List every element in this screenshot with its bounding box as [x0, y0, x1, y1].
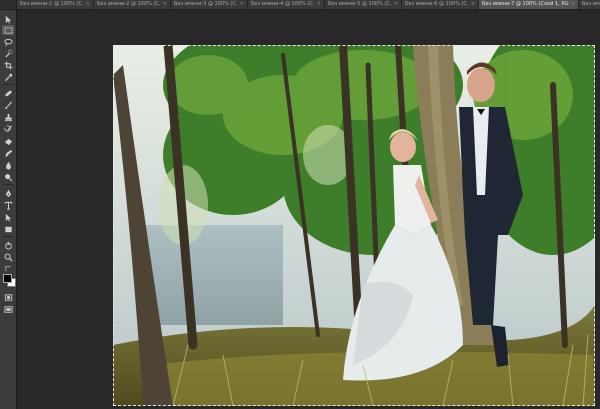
rectangle-tool-icon[interactable] [2, 224, 14, 234]
lasso-tool-icon[interactable] [2, 37, 14, 47]
screen-mode-icon[interactable] [2, 304, 14, 314]
document-tab-8[interactable]: Без имени-8 @ 100% (R...× [579, 0, 600, 9]
eraser-tool-icon[interactable] [2, 136, 14, 146]
document-tab-1[interactable]: Без имени-1 @ 100% (C... × [17, 0, 94, 9]
healing-brush-tool-icon[interactable] [2, 88, 14, 98]
blur-tool-icon[interactable] [2, 160, 14, 170]
tab-bar-spacer [0, 0, 17, 9]
quick-mask-icon[interactable] [2, 292, 14, 302]
document-canvas-area[interactable] [17, 10, 600, 409]
wedding-photo[interactable] [113, 45, 595, 406]
clone-stamp-tool-icon[interactable] [2, 112, 14, 122]
close-icon[interactable]: × [394, 0, 398, 9]
document-tab-2[interactable]: Без имени-2 @ 100% (C... × [94, 0, 171, 9]
swap-colors-icon[interactable] [2, 264, 14, 272]
tab-label: Без имени-6 @ 100% (C... [405, 1, 469, 7]
tab-label: Без имени-5 @ 100% (C... [328, 1, 392, 7]
close-icon[interactable]: × [163, 0, 167, 9]
tab-label: Без имени-1 @ 100% (C... [20, 1, 84, 7]
tab-label: Без имени-8 @ 100% (R... [582, 1, 600, 7]
toolbar-divider [2, 236, 14, 237]
close-icon[interactable]: × [571, 0, 575, 9]
history-brush-tool-icon[interactable] [2, 124, 14, 134]
dodge-tool-icon[interactable] [2, 172, 14, 182]
document-tab-4[interactable]: Без имени-4 @ 100% (C... × [248, 0, 325, 9]
eyedropper-tool-icon[interactable] [2, 72, 14, 82]
hand-tool-icon[interactable] [2, 240, 14, 250]
document-tab-bar: Без имени-1 @ 100% (C... × Без имени-2 @ … [0, 0, 600, 10]
gradient-tool-icon[interactable] [2, 148, 14, 158]
type-tool-icon[interactable] [2, 200, 14, 210]
pen-tool-icon[interactable] [2, 188, 14, 198]
tab-label: Без имени-7 @ 100% (Слой 1, RGB/8) * [482, 1, 569, 7]
move-tool-icon[interactable] [2, 14, 14, 24]
close-icon[interactable]: × [317, 0, 321, 9]
brush-tool-icon[interactable] [2, 100, 14, 110]
color-swatches[interactable] [3, 274, 16, 287]
document-tab-6[interactable]: Без имени-6 @ 100% (C... × [402, 0, 479, 9]
close-icon[interactable]: × [86, 0, 90, 9]
document-tab-7-active[interactable]: Без имени-7 @ 100% (Слой 1, RGB/8) *× [479, 0, 579, 9]
foreground-color-swatch[interactable] [3, 274, 12, 283]
tab-label: Без имени-3 @ 100% (C... [174, 1, 238, 7]
toolbar-divider [2, 84, 14, 85]
tab-label: Без имени-2 @ 100% (C... [97, 1, 161, 7]
document-tab-3[interactable]: Без имени-3 @ 100% (C... × [171, 0, 248, 9]
zoom-tool-icon[interactable] [2, 252, 14, 262]
tab-label: Без имени-4 @ 100% (C... [251, 1, 315, 7]
quick-select-tool-icon[interactable] [2, 48, 14, 58]
document-tab-5[interactable]: Без имени-5 @ 100% (C... × [325, 0, 402, 9]
tools-panel [0, 10, 17, 409]
crop-tool-icon[interactable] [2, 60, 14, 70]
close-icon[interactable]: × [240, 0, 244, 9]
toolbar-divider [2, 184, 14, 185]
close-icon[interactable]: × [471, 0, 475, 9]
path-select-tool-icon[interactable] [2, 212, 14, 222]
marquee-tool-icon[interactable] [2, 25, 14, 35]
